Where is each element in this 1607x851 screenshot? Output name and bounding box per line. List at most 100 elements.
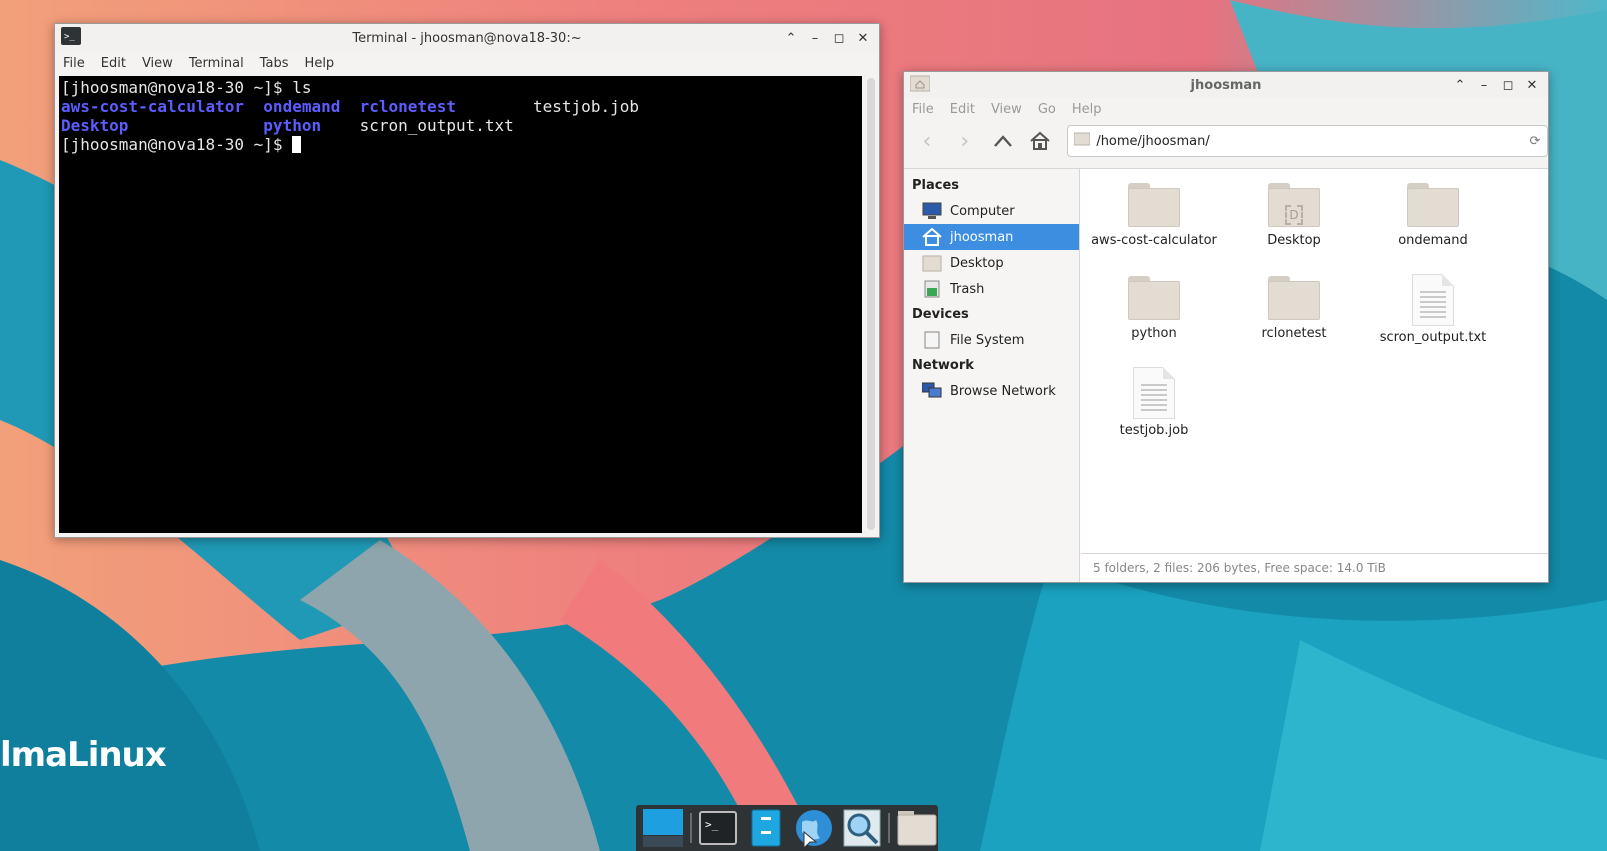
home-folder-app-icon [909,74,931,96]
file-item-desktop[interactable]: D Desktop [1224,183,1364,248]
folder-icon [1128,276,1180,320]
text-file-icon [1133,367,1175,419]
shade-button[interactable]: ⌃ [1450,75,1470,95]
home-icon [922,227,942,246]
file-item-label: rclonetest [1261,326,1327,341]
terminal-line: [jhoosman@nova18-30 ~]$ [61,135,862,154]
maximize-button[interactable]: ◻ [829,28,849,48]
shade-button[interactable]: ⌃ [781,28,801,48]
show-desktop-icon[interactable] [642,808,684,848]
text-cursor [292,136,302,153]
location-bar[interactable]: /home/jhoosman/ ⟳ [1067,125,1548,157]
ls-entry: testjob.job [533,97,639,116]
home-folder-icon[interactable] [896,808,938,848]
ls-entry: aws-cost-calculator [61,97,245,116]
menu-file[interactable]: File [904,102,942,117]
menu-edit[interactable]: Edit [942,102,983,117]
terminal-icon[interactable]: >_ [698,808,740,848]
menu-tabs[interactable]: Tabs [252,56,297,71]
shell-prompt: [jhoosman@nova18-30 ~]$ [61,135,293,154]
minimize-button[interactable]: – [805,28,825,48]
maximize-button[interactable]: ◻ [1498,75,1518,95]
terminal-scrollbar[interactable] [867,78,875,530]
app-finder-icon[interactable] [841,808,883,848]
close-button[interactable]: ✕ [1522,75,1542,95]
file-manager-menubar: File Edit View Go Help [904,98,1548,120]
ls-entry: rclonetest [359,97,456,116]
computer-icon [922,202,942,220]
up-icon[interactable] [986,124,1020,158]
sidebar-item-computer[interactable]: Computer [904,198,1079,224]
sidebar-heading-devices: Devices [912,307,969,322]
text-file-icon [1412,274,1454,326]
ls-entry: python [263,116,322,135]
terminal-output[interactable]: [jhoosman@nova18-30 ~]$ ls aws-cost-calc… [59,76,862,533]
almalinux-logo-text: lmaLinux [0,735,167,775]
forward-icon[interactable]: › [948,124,982,158]
web-browser-icon[interactable] [793,808,835,848]
menu-go[interactable]: Go [1030,102,1064,117]
back-icon[interactable]: ‹ [910,124,944,158]
file-item-label: python [1131,326,1177,341]
desktop-folder-icon [922,254,942,272]
terminal-app-icon: >_ [61,27,81,49]
terminal-window[interactable]: >_ Terminal - jhoosman@nova18-30:~ ⌃ – ◻… [54,23,880,538]
status-bar: 5 folders, 2 files: 206 bytes, Free spac… [1081,553,1548,582]
file-item-label: Desktop [1267,233,1321,248]
minimize-button[interactable]: – [1474,75,1494,95]
trash-icon [922,280,942,298]
sidebar-item-file-system[interactable]: File System [904,327,1079,353]
desktop-folder-icon: D [1268,183,1320,227]
sidebar-item-label: Computer [950,203,1015,219]
file-manager-titlebar[interactable]: jhoosman ⌃ – ◻ ✕ [904,72,1548,98]
sidebar-item-label: Desktop [950,255,1004,271]
sidebar-item-browse-network[interactable]: Browse Network [904,378,1079,404]
dock-separator [689,813,692,843]
terminal-line: [jhoosman@nova18-30 ~]$ ls [61,78,862,97]
sidebar-item-trash[interactable]: Trash [904,276,1079,302]
sidebar-heading-places: Places [912,178,960,193]
location-path: /home/jhoosman/ [1096,133,1210,149]
menu-view[interactable]: View [134,56,181,71]
file-item-aws-cost-calculator[interactable]: aws-cost-calculator [1084,183,1224,248]
home-icon[interactable] [1023,124,1057,158]
terminal-menubar: File Edit View Terminal Tabs Help [55,52,879,74]
reload-icon[interactable]: ⟳ [1523,134,1547,149]
terminal-titlebar[interactable]: >_ Terminal - jhoosman@nova18-30:~ ⌃ – ◻… [55,24,879,52]
folder-icon [1407,183,1459,227]
ls-entry: ondemand [263,97,341,116]
file-manager-icon[interactable] [745,808,787,848]
folder-icon [1128,183,1180,227]
file-manager-window[interactable]: jhoosman ⌃ – ◻ ✕ File Edit View Go Help … [903,71,1549,583]
svg-text:>_: >_ [64,32,75,42]
terminal-line: aws-cost-calculator ondemand rclonetest … [61,97,862,116]
file-item-rclonetest[interactable]: rclonetest [1224,276,1364,341]
file-grid: aws-cost-calculator D Desktop ondemand p… [1080,169,1548,582]
menu-edit[interactable]: Edit [93,56,134,71]
file-item-label: scron_output.txt [1379,330,1487,345]
sidebar-item-label: jhoosman [950,229,1014,245]
sidebar-item-label: File System [950,332,1025,348]
sidebar-item-label: Browse Network [950,383,1056,399]
menu-file[interactable]: File [55,56,93,71]
sidebar-item-desktop[interactable]: Desktop [904,250,1079,276]
sidebar: Places Computer jhoosman Desktop Trash D… [904,169,1080,582]
file-item-testjob[interactable]: testjob.job [1084,367,1224,438]
file-item-ondemand[interactable]: ondemand [1363,183,1503,248]
shell-command: ls [292,78,312,97]
menu-view[interactable]: View [983,102,1030,117]
menu-terminal[interactable]: Terminal [181,56,252,71]
shell-prompt: [jhoosman@nova18-30 ~]$ [61,78,293,97]
close-button[interactable]: ✕ [853,28,873,48]
menu-help[interactable]: Help [1064,102,1110,117]
folder-icon [1073,132,1091,150]
folder-icon [1268,276,1320,320]
menu-help[interactable]: Help [297,56,343,71]
ls-entry: Desktop [61,116,129,135]
file-item-scron-output[interactable]: scron_output.txt [1363,274,1503,345]
file-item-python[interactable]: python [1084,276,1224,341]
file-item-label: ondemand [1398,233,1468,248]
taskbar: >_ [636,805,938,851]
sidebar-item-jhoosman[interactable]: jhoosman [904,224,1079,250]
dock-separator [888,813,891,843]
